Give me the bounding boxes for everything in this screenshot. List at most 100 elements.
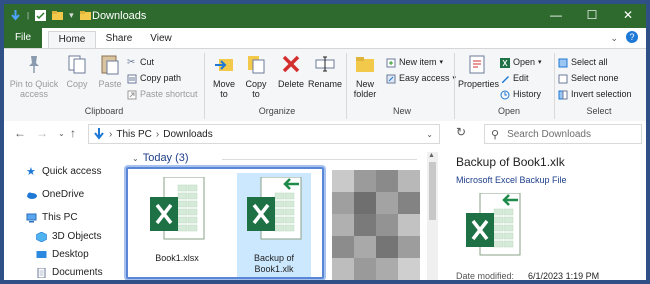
- search-placeholder: Search Downloads: [507, 128, 591, 140]
- easy-access-button[interactable]: Easy access▾: [386, 73, 456, 84]
- minimize-button[interactable]: —: [548, 8, 564, 22]
- edit-label: Edit: [513, 73, 529, 83]
- open-button[interactable]: Open ▾: [500, 57, 542, 68]
- group-divider: [222, 159, 417, 160]
- select-none-icon: [558, 74, 568, 83]
- address-row: ← → ⌄ ↑ › This PC › Downloads ⌄ ↻ ⚲ Sear…: [4, 121, 646, 145]
- new-folder-icon: [356, 57, 374, 72]
- up-arrow-icon[interactable]: ↑: [70, 126, 76, 140]
- copy-to-button[interactable]: Copy to: [242, 53, 270, 99]
- nav-label: Desktop: [52, 249, 89, 260]
- new-folder-button[interactable]: New folder: [350, 53, 380, 99]
- edit-icon: [502, 75, 509, 83]
- file-name: Backup of Book1.xlk: [253, 253, 295, 274]
- scroll-up-icon[interactable]: ▲: [428, 152, 435, 159]
- preview-pane: Backup of Book1.xlk Microsoft Excel Back…: [440, 145, 646, 280]
- search-input[interactable]: ⚲ Search Downloads: [484, 124, 642, 144]
- navigation-pane: ★ Quick access OneDrive This PC 3D Objec…: [4, 154, 124, 280]
- tab-share[interactable]: Share: [99, 31, 139, 48]
- paste-button[interactable]: Paste: [97, 53, 123, 89]
- select-all-button[interactable]: Select all: [558, 57, 608, 68]
- move-to-icon: [215, 59, 233, 71]
- paste-shortcut-icon: [127, 90, 137, 99]
- history-button[interactable]: History: [500, 89, 541, 100]
- nav-item-quick-access[interactable]: ★ Quick access: [26, 166, 101, 177]
- history-label: History: [513, 89, 542, 99]
- address-bar[interactable]: › This PC › Downloads ⌄: [88, 124, 440, 144]
- nav-item-3d-objects[interactable]: 3D Objects: [36, 231, 101, 242]
- new-item-button[interactable]: New item ▾: [386, 57, 443, 68]
- tab-home[interactable]: Home: [48, 31, 96, 49]
- rename-button[interactable]: Rename: [308, 53, 342, 89]
- select-none-button[interactable]: Select none: [558, 73, 619, 84]
- nav-item-onedrive[interactable]: OneDrive: [26, 189, 84, 200]
- back-arrow-icon[interactable]: ←: [14, 126, 26, 140]
- address-dropdown-icon[interactable]: ⌄: [426, 130, 433, 139]
- expand-ribbon-icon[interactable]: ⌄: [610, 33, 618, 44]
- cut-button[interactable]: ✂ Cut: [127, 57, 154, 68]
- customize-toolbar-icon[interactable]: ▾: [69, 10, 74, 21]
- pin-label: Pin to Quick access: [9, 79, 59, 99]
- delete-button[interactable]: Delete: [276, 53, 306, 89]
- tab-file[interactable]: File: [4, 28, 42, 48]
- paste-shortcut-button[interactable]: Paste shortcut: [127, 89, 198, 100]
- quick-access-arrow-icon[interactable]: [10, 10, 21, 21]
- nav-item-documents[interactable]: Documents: [36, 267, 103, 278]
- delete-label: Delete: [277, 79, 304, 89]
- properties-check-icon[interactable]: [35, 10, 47, 21]
- edit-button[interactable]: Edit: [500, 73, 529, 84]
- nav-item-desktop[interactable]: Desktop: [36, 249, 89, 260]
- open-label: Open: [513, 57, 536, 67]
- copy-path-label: Copy path: [140, 73, 182, 83]
- ribbon-separator: [554, 53, 555, 119]
- copy-path-icon: [127, 74, 137, 83]
- copy-label: Copy: [66, 79, 88, 89]
- copy-icon: [68, 55, 86, 74]
- scrollbar-thumb[interactable]: [429, 162, 436, 220]
- desktop-icon: [36, 250, 47, 258]
- new-item-label: New item: [399, 57, 437, 67]
- help-icon[interactable]: ?: [626, 31, 638, 43]
- properties-button[interactable]: Properties: [458, 53, 499, 89]
- copy-path-button[interactable]: Copy path: [127, 73, 181, 84]
- copy-to-label: Copy to: [245, 79, 267, 99]
- move-to-label: Move to: [212, 79, 235, 99]
- downloads-arrow-icon: [94, 128, 104, 140]
- file-item-selected[interactable]: Backup of Book1.xlk: [237, 173, 311, 280]
- easy-access-label: Easy access: [399, 73, 450, 83]
- breadcrumb-downloads[interactable]: Downloads: [163, 129, 212, 140]
- group-header[interactable]: ⌄ Today (3): [132, 152, 189, 164]
- invert-selection-button[interactable]: Invert selection: [558, 89, 632, 100]
- ribbon-separator: [204, 53, 205, 119]
- refresh-icon[interactable]: ↻: [456, 125, 466, 139]
- star-icon: ★: [26, 165, 36, 178]
- file-item[interactable]: Book1.xlsx: [140, 173, 214, 280]
- excel-file-icon: [150, 177, 205, 240]
- forward-arrow-icon[interactable]: →: [36, 126, 48, 140]
- vertical-scrollbar[interactable]: ▲: [427, 152, 438, 280]
- file-list: ⌄ Today (3) Book1.xlsx Backup of Book1.x…: [124, 145, 439, 280]
- select-group-label: Select: [586, 106, 612, 116]
- explorer-window: | ▾ Downloads — ☐ ✕ File Home Share View…: [4, 4, 646, 280]
- move-to-button[interactable]: Move to: [210, 53, 238, 99]
- new-folder-icon[interactable]: [52, 10, 64, 21]
- collapse-chevron-icon[interactable]: ⌄: [132, 154, 139, 163]
- invert-selection-icon: [558, 90, 568, 99]
- select-all-label: Select all: [571, 57, 608, 67]
- tab-view[interactable]: View: [144, 31, 178, 48]
- nav-label: OneDrive: [42, 189, 85, 200]
- copy-button[interactable]: Copy: [64, 53, 90, 89]
- recent-locations-chevron-icon[interactable]: ⌄: [58, 129, 65, 138]
- maximize-button[interactable]: ☐: [584, 8, 600, 22]
- paste-icon: [101, 55, 119, 75]
- nav-label: Quick access: [42, 166, 102, 177]
- breadcrumb-this-pc[interactable]: This PC: [116, 129, 152, 140]
- nav-item-this-pc[interactable]: This PC: [26, 212, 78, 223]
- ribbon-separator: [454, 53, 455, 119]
- pin-to-quick-access-button[interactable]: Pin to Quick access: [8, 53, 60, 99]
- documents-icon: [37, 267, 46, 278]
- easy-access-icon: [386, 74, 396, 83]
- close-button[interactable]: ✕: [620, 8, 636, 22]
- blurred-thumbnail[interactable]: [332, 170, 420, 280]
- ribbon-separator: [346, 53, 347, 119]
